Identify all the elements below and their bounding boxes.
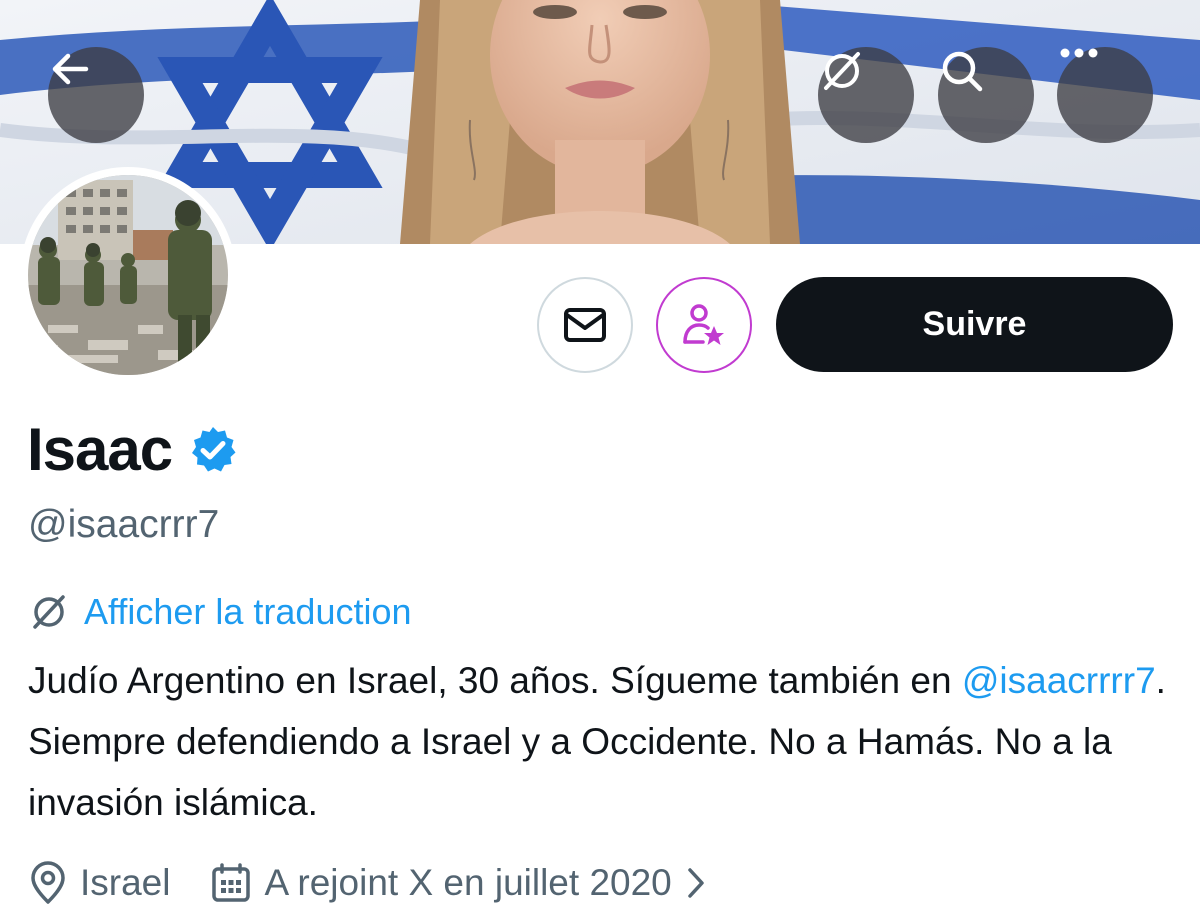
more-button[interactable] [1057,47,1153,143]
location-pin-icon [31,861,65,904]
show-translation-label: Afficher la traduction [84,591,412,632]
search-button[interactable] [938,47,1034,143]
search-icon [942,51,983,92]
arrow-left-icon [52,53,89,85]
bio-text: Judío Argentino en Israel, 30 años. Sígu… [28,660,962,701]
show-translation-link[interactable]: Afficher la traduction [28,588,412,636]
profile-avatar[interactable] [20,167,236,383]
verified-badge-icon[interactable] [188,425,238,475]
profile-bio: Judío Argentino en Israel, 30 años. Sígu… [28,650,1188,833]
calendar-icon [212,863,251,902]
joined-item[interactable]: A rejoint X en juillet 2020 [210,862,705,904]
location-item: Israel [28,861,170,905]
follow-button[interactable]: Suivre [776,277,1173,372]
profile-meta: Israel A rejoint X en juillet 2020 [28,857,706,909]
translate-icon [33,595,65,629]
location-text: Israel [80,862,171,903]
display-name-text: Isaac [27,416,173,483]
person-star-icon [683,304,724,345]
avatar-image [28,175,228,375]
back-button[interactable] [48,47,144,143]
more-horizontal-icon [1060,48,1098,58]
envelope-icon [564,308,606,342]
profile-display-name: Isaac [27,414,238,486]
chevron-right-icon [688,868,704,898]
message-button[interactable] [537,277,633,373]
translate-icon [824,52,860,90]
joined-text: A rejoint X en juillet 2020 [264,862,672,903]
translate-profile-button[interactable] [818,47,914,143]
bio-mention-link[interactable]: @isaacrrrr7 [962,660,1156,701]
profile-handle: @isaacrrr7 [28,503,220,546]
subscribe-button[interactable] [656,277,752,373]
